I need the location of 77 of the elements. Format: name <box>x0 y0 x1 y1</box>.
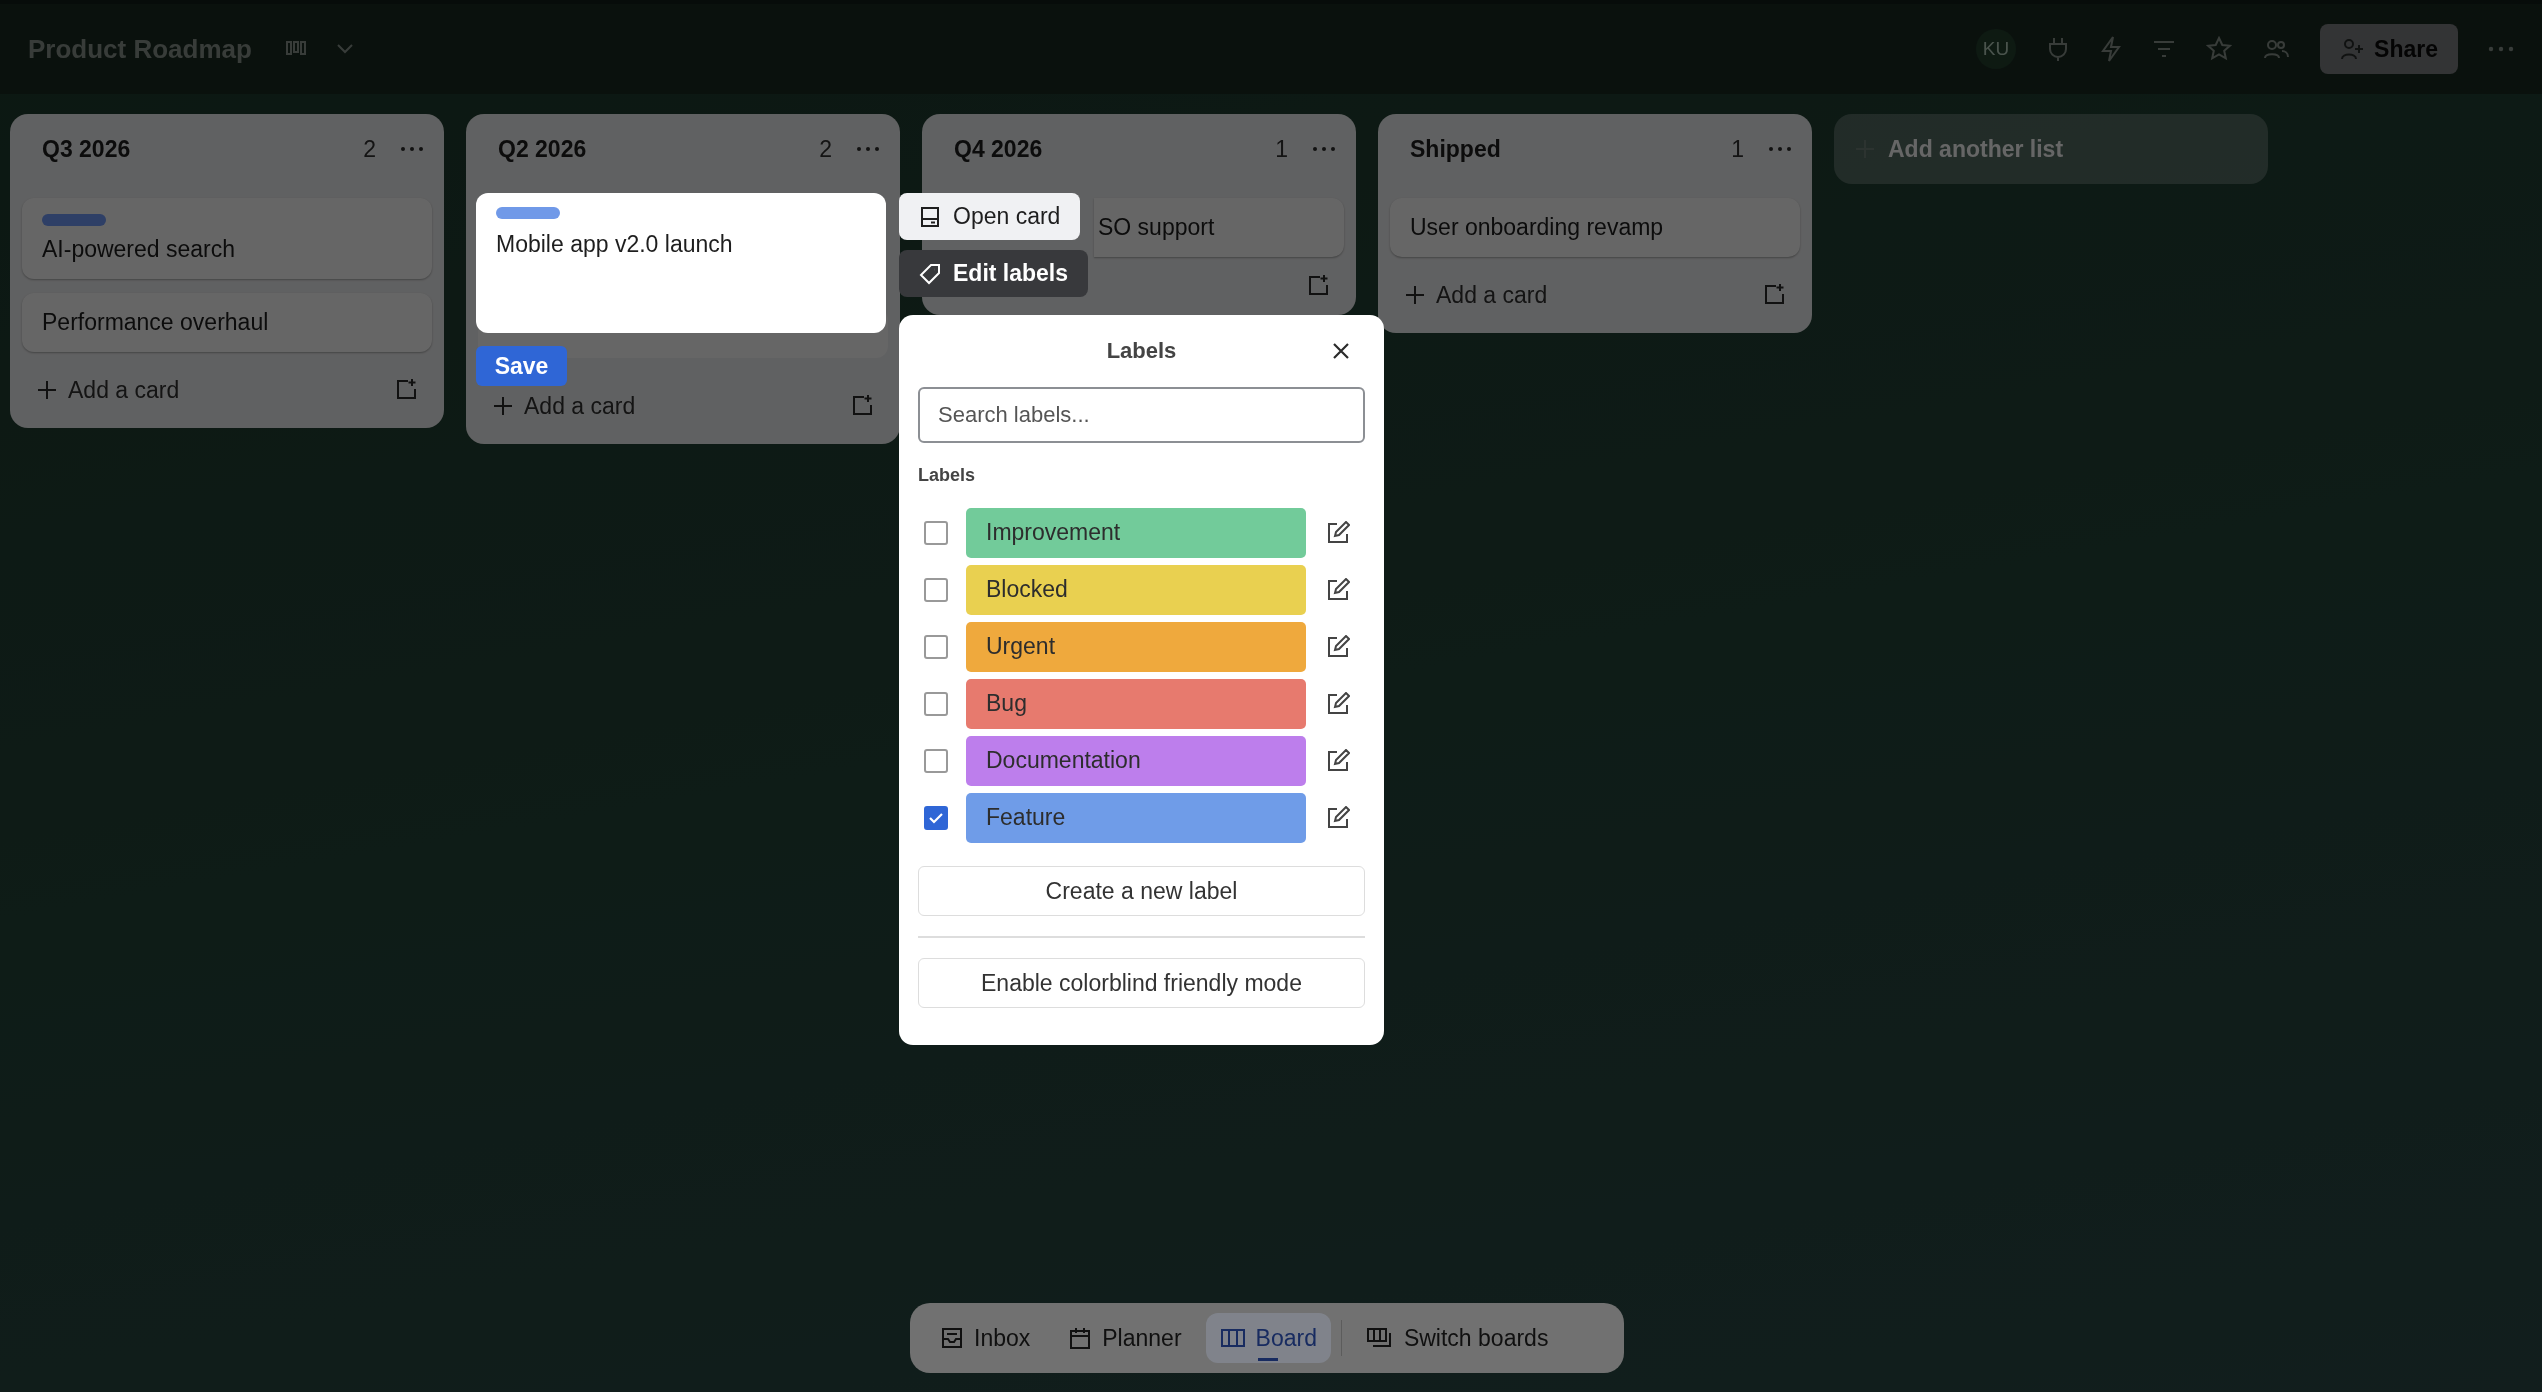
edit-icon[interactable] <box>1326 748 1350 773</box>
section-heading: Labels <box>918 465 977 486</box>
label-chip[interactable]: Urgent <box>966 621 1306 672</box>
label-chip[interactable]: Blocked <box>966 564 1306 615</box>
add-card-button[interactable]: Add a card <box>36 376 180 404</box>
more-icon[interactable] <box>400 146 424 152</box>
save-button[interactable]: Save <box>476 346 567 386</box>
more-icon[interactable] <box>1768 146 1792 152</box>
nav-tab[interactable]: Planner <box>1054 1313 1196 1363</box>
list-title[interactable]: Q4 2026 <box>954 135 1276 163</box>
checkbox[interactable] <box>924 577 948 602</box>
plus-icon <box>1404 284 1426 306</box>
list-title[interactable]: Q3 2026 <box>42 135 364 163</box>
create-label-button[interactable]: Create a new label <box>918 866 1365 916</box>
edit-icon[interactable] <box>1326 691 1350 716</box>
calendar-icon <box>1068 1326 1093 1350</box>
card-count: 1 <box>1275 135 1288 163</box>
template-icon[interactable] <box>1306 274 1330 298</box>
card[interactable]: AI-powered search <box>22 198 432 279</box>
label-chip[interactable]: Bug <box>966 678 1306 729</box>
label-chip[interactable]: Documentation <box>966 735 1306 786</box>
card-count: 2 <box>819 135 832 163</box>
edit-icon[interactable] <box>1326 805 1350 830</box>
card-title: AI-powered search <box>42 236 237 263</box>
card[interactable]: SO support <box>1094 198 1344 257</box>
edit-icon[interactable] <box>1326 634 1350 659</box>
nav-tab[interactable]: Board <box>1205 1313 1331 1363</box>
more-icon[interactable] <box>2488 46 2514 52</box>
add-card-button[interactable]: Add a card <box>1404 281 1548 309</box>
add-card-button[interactable]: Add a card <box>492 392 636 420</box>
label-chip[interactable]: Improvement <box>966 507 1306 558</box>
board-view-icon[interactable] <box>285 40 306 58</box>
nav-tab[interactable]: Switch boards <box>1351 1313 1563 1363</box>
card-title: SO support <box>1098 214 1216 241</box>
popup-title: Labels <box>1106 338 1177 364</box>
search-field[interactable]: Search labels... <box>918 387 1365 443</box>
card[interactable]: Performance overhaul <box>22 293 432 352</box>
checkbox[interactable] <box>924 520 948 545</box>
card-editor[interactable]: Mobile app v2.0 launch <box>476 193 886 333</box>
switch-boards-icon <box>1365 1326 1394 1350</box>
add-person-icon <box>2340 37 2365 61</box>
card-title-field[interactable]: Mobile app v2.0 launch <box>496 231 866 258</box>
card-count: 2 <box>363 135 376 163</box>
more-icon[interactable] <box>856 146 880 152</box>
card[interactable]: User onboarding revamp <box>1390 198 1800 257</box>
quick-action-button[interactable]: Edit labels <box>899 250 1089 297</box>
plus-icon <box>36 379 58 401</box>
star-icon[interactable] <box>2206 36 2233 62</box>
list-title[interactable]: Shipped <box>1410 135 1732 163</box>
checkbox[interactable] <box>924 805 948 830</box>
nav-tab[interactable]: Inbox <box>926 1313 1045 1363</box>
board-icon <box>1219 1327 1246 1349</box>
quick-action-button[interactable]: Open card <box>899 193 1081 240</box>
chevron-down-icon[interactable] <box>335 43 354 55</box>
lightning-icon[interactable] <box>2100 36 2123 62</box>
card-title: Performance overhaul <box>42 309 270 336</box>
card-title: User onboarding revamp <box>1410 214 1665 241</box>
plus-icon <box>492 395 514 417</box>
list-title[interactable]: Q2 2026 <box>498 135 820 163</box>
label-chip[interactable]: Feature <box>966 792 1306 843</box>
checkbox[interactable] <box>924 634 948 659</box>
template-icon[interactable] <box>1762 283 1786 307</box>
tag-icon <box>919 262 941 285</box>
template-icon[interactable] <box>850 394 874 418</box>
edit-icon[interactable] <box>1326 520 1350 545</box>
filter-icon[interactable] <box>2152 39 2177 59</box>
checkbox[interactable] <box>924 748 948 773</box>
members-icon[interactable] <box>2262 38 2291 60</box>
edit-icon[interactable] <box>1326 577 1350 602</box>
checkbox[interactable] <box>924 691 948 716</box>
card-icon <box>919 205 941 228</box>
more-icon[interactable] <box>1312 146 1336 152</box>
close-icon[interactable] <box>1331 341 1351 361</box>
template-icon[interactable] <box>394 378 418 402</box>
card-count: 1 <box>1731 135 1744 163</box>
inbox-icon <box>940 1326 964 1350</box>
colorblind-mode-button[interactable]: Enable colorblind friendly mode <box>918 958 1365 1008</box>
